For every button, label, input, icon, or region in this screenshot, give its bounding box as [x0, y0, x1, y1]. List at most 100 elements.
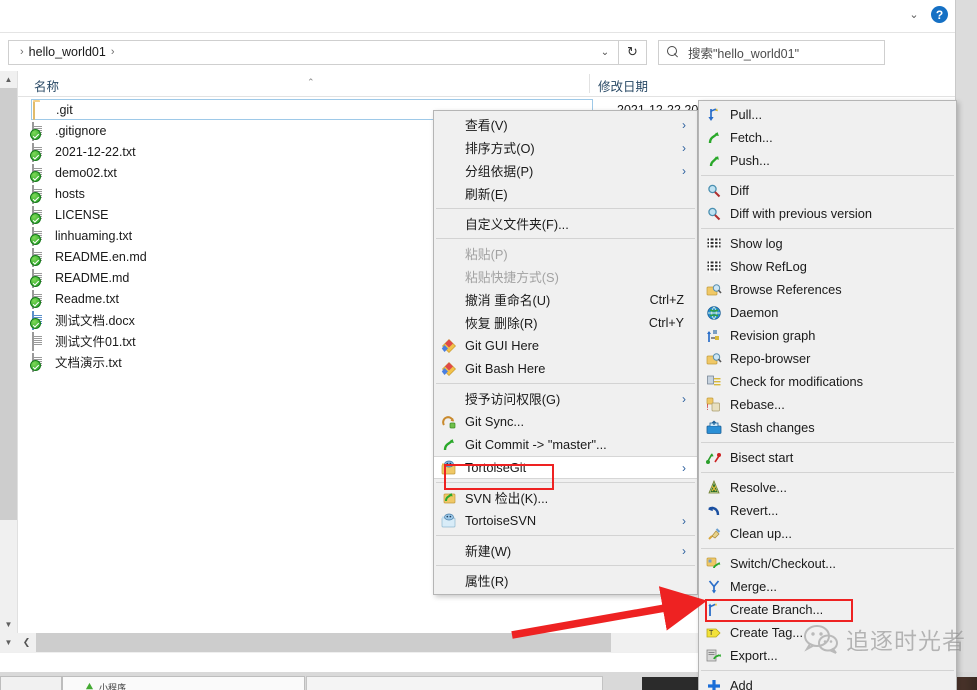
document-icon [30, 184, 48, 204]
tortoisegit-submenu-item[interactable]: Show log [699, 232, 956, 255]
context-menu-item[interactable]: 新建(W) › [434, 539, 697, 562]
scroll-down-icon[interactable]: ▼ [0, 616, 17, 633]
submenu-chevron-right-icon: › [682, 391, 686, 406]
git-diamond-icon [441, 361, 457, 377]
tortoisegit-submenu-item[interactable]: Add [699, 674, 956, 690]
context-menu-item[interactable]: Git Commit -> "master"... [434, 433, 697, 456]
context-menu-item[interactable]: 查看(V) › [434, 113, 697, 136]
context-menu-item[interactable]: 刷新(E) [434, 182, 697, 205]
tortoisegit-submenu-item[interactable]: Show RefLog [699, 255, 956, 278]
scrollbar-thumb[interactable] [0, 88, 17, 520]
menu-item-label: Fetch... [730, 130, 773, 145]
tortoisegit-submenu-item[interactable]: Daemon [699, 301, 956, 324]
nav-pane-scrollbar[interactable]: ▲ ▼ [0, 71, 17, 633]
tortoisegit-submenu-item[interactable]: Stash changes [699, 416, 956, 439]
tortoisegit-submenu-item[interactable]: Merge... [699, 575, 956, 598]
tortoisegit-submenu-item[interactable]: ! Rebase... [699, 393, 956, 416]
tortoisegit-submenu-item[interactable]: Create Branch... [699, 598, 956, 621]
log-icon [706, 259, 722, 275]
tortoisegit-submenu-item[interactable]: Diff [699, 179, 956, 202]
tortoisegit-submenu-item[interactable]: Switch/Checkout... [699, 552, 956, 575]
tortoisegit-submenu-item[interactable]: Browse References [699, 278, 956, 301]
screen: ⌄ ? › hello_world01 › ⌄ ↻ 搜索"hello_world… [0, 0, 977, 690]
background-window-3[interactable] [306, 676, 603, 690]
file-name: .git [56, 102, 73, 117]
help-icon[interactable]: ? [931, 6, 948, 23]
git-diamond-icon [441, 338, 457, 354]
context-menu-item[interactable]: SVN 检出(K)... [434, 486, 697, 509]
menu-item-label: Check for modifications [730, 374, 863, 389]
explorer-context-menu[interactable]: 查看(V) › 排序方式(O) › 分组依据(P) › 刷新(E) 自定义文件夹(F)... 粘… [433, 110, 698, 595]
menu-item-label: Git Bash Here [465, 361, 546, 376]
git-normal-overlay-icon [30, 212, 41, 224]
tortoisegit-submenu-item[interactable]: Fetch... [699, 126, 956, 149]
tortoisegit-submenu-item[interactable]: Revert... [699, 499, 956, 522]
address-bar[interactable]: › hello_world01 › ⌄ [8, 39, 619, 65]
context-menu-item[interactable]: 恢复 删除(R) Ctrl+Y [434, 311, 697, 334]
menu-item-label: Create Tag... [730, 625, 804, 640]
tortoisegit-submenu-item[interactable]: Pull... [699, 103, 956, 126]
context-menu-item[interactable]: TortoiseGit › [434, 456, 697, 479]
document-icon [30, 226, 48, 246]
tortoisegit-submenu-item[interactable]: Repo-browser [699, 347, 956, 370]
fetch-icon [706, 130, 722, 146]
horizontal-scrollbar-thumb[interactable] [36, 633, 611, 652]
menu-item-label: Stash changes [730, 420, 815, 435]
git-modified-overlay-icon [30, 254, 41, 266]
context-menu-item[interactable]: TortoiseSVN › [434, 509, 697, 532]
git-normal-overlay-icon [30, 317, 41, 329]
context-menu-item[interactable]: Git Bash Here [434, 357, 697, 380]
file-name: 测试文件01.txt [55, 335, 136, 349]
address-dropdown-icon[interactable]: ⌄ [592, 41, 618, 64]
merge-icon [706, 579, 722, 595]
background-window-1[interactable] [0, 676, 62, 690]
context-menu-item[interactable]: 撤消 重命名(U) Ctrl+Z [434, 288, 697, 311]
breadcrumb-separator-right[interactable]: › [106, 46, 120, 58]
context-menu-item[interactable]: Git Sync... [434, 410, 697, 433]
menu-separator [436, 208, 695, 209]
menu-item-label: TortoiseGit [465, 460, 527, 475]
tortoisegit-submenu-item[interactable]: Revision graph [699, 324, 956, 347]
scroll-left-icon[interactable]: ❮ [17, 633, 36, 652]
tortoisegit-submenu[interactable]: Pull... Fetch... Push... Diff Diff with prev… [698, 100, 957, 690]
search-placeholder: 搜索"hello_world01" [688, 46, 800, 61]
search-input[interactable]: 搜索"hello_world01" [658, 39, 885, 65]
tortoisegit-submenu-item[interactable]: Bisect start [699, 446, 956, 469]
menu-item-label: 自定义文件夹(F)... [465, 217, 569, 232]
scroll-up-icon[interactable]: ▲ [0, 71, 17, 88]
refresh-icon[interactable]: ↻ [619, 39, 647, 65]
tortoisegit-submenu-item[interactable]: Diff with previous version [699, 202, 956, 225]
tortoisegit-submenu-item[interactable]: T Create Tag... [699, 621, 956, 644]
git-normal-overlay-icon [30, 128, 41, 140]
context-menu-item[interactable]: 排序方式(O) › [434, 136, 697, 159]
column-header-date-modified[interactable]: 修改日期 [598, 76, 648, 95]
submenu-chevron-right-icon: › [682, 117, 686, 132]
menu-item-label: Show log [730, 236, 783, 251]
file-name: hosts [55, 186, 85, 201]
breadcrumb-path[interactable]: hello_world01 [29, 45, 106, 59]
background-window-2[interactable]: 小程序 [62, 676, 305, 690]
push-icon [706, 153, 722, 169]
context-menu-item[interactable]: 属性(R) [434, 569, 697, 592]
git-modified-overlay-icon [30, 275, 41, 287]
sort-ascending-icon: ⌃ [307, 77, 315, 87]
add-icon [706, 678, 722, 690]
menu-item-label: Create Branch... [730, 602, 824, 617]
chevron-down-icon[interactable]: ⌄ [906, 7, 922, 23]
submenu-chevron-right-icon: › [682, 163, 686, 178]
menu-item-label: 排序方式(O) [465, 141, 535, 156]
context-menu-item[interactable]: 分组依据(P) › [434, 159, 697, 182]
column-header-name[interactable]: 名称 [34, 76, 59, 95]
tortoisegit-submenu-item[interactable]: Push... [699, 149, 956, 172]
tortoisegit-submenu-item[interactable]: Check for modifications [699, 370, 956, 393]
menu-separator [701, 670, 954, 671]
context-menu-item[interactable]: Git GUI Here [434, 334, 697, 357]
context-menu-item[interactable]: 授予访问权限(G) › [434, 387, 697, 410]
column-divider[interactable] [589, 74, 590, 93]
menu-item-label: Resolve... [730, 480, 787, 495]
tortoisegit-submenu-item[interactable]: Export... [699, 644, 956, 667]
tortoisegit-submenu-item[interactable]: Clean up... [699, 522, 956, 545]
context-menu-item[interactable]: 自定义文件夹(F)... [434, 212, 697, 235]
nav-scroll-down-icon[interactable]: ▼ [0, 633, 17, 652]
tortoisegit-submenu-item[interactable]: Resolve... [699, 476, 956, 499]
